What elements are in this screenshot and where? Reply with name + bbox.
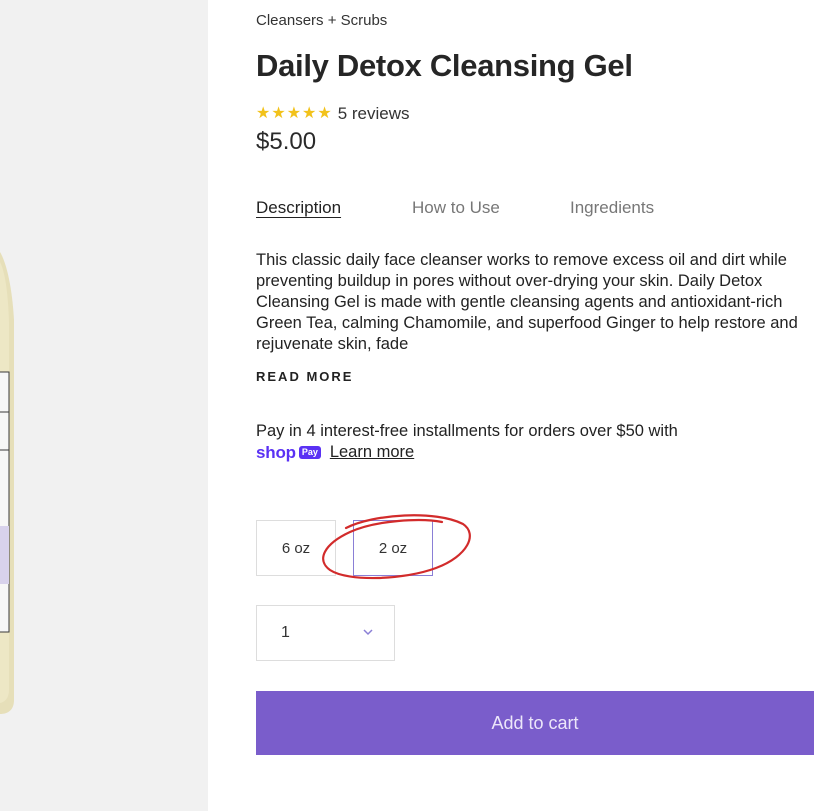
star-icon: ★ <box>302 105 317 122</box>
learn-more-link[interactable]: Learn more <box>330 442 414 463</box>
quantity-value: 1 <box>281 624 290 641</box>
product-price: $5.00 <box>256 128 317 155</box>
pay-badge: Pay <box>298 446 321 459</box>
breadcrumb[interactable]: Cleansers + Scrubs <box>256 12 387 29</box>
star-icon: ★ <box>256 105 271 122</box>
product-image <box>0 0 208 811</box>
review-count-link[interactable]: 5 reviews <box>338 104 410 124</box>
star-icon: ★ <box>286 105 302 122</box>
rating[interactable]: ★ ★ ★ ★ ★ 5 reviews <box>256 103 410 125</box>
installments-text: Pay in 4 interest-free installments for … <box>256 422 678 440</box>
add-to-cart-button[interactable]: Add to cart <box>256 691 814 755</box>
product-description: This classic daily face cleanser works t… <box>256 251 798 353</box>
product-title: Daily Detox Cleansing Gel <box>256 48 633 83</box>
shop-pay-logo: shop <box>256 443 296 462</box>
red-circle-annotation <box>322 514 471 580</box>
product-tabs: Description How to Use Ingredients <box>256 198 776 222</box>
quantity-select[interactable]: 1 <box>256 605 395 661</box>
shop-pay-row: shop Pay Learn more <box>256 442 801 463</box>
star-rating: ★ ★ ★ ★ ★ <box>256 106 332 122</box>
star-icon: ★ <box>317 105 332 122</box>
tab-description[interactable]: Description <box>256 198 341 218</box>
chevron-down-icon <box>363 629 373 636</box>
tab-ingredients[interactable]: Ingredients <box>570 198 654 218</box>
shop-pay-installments: Pay in 4 interest-free installments for … <box>256 421 801 463</box>
product-info: Cleansers + Scrubs Daily Detox Cleansing… <box>256 0 816 811</box>
tab-how-to-use[interactable]: How to Use <box>412 198 500 218</box>
star-icon: ★ <box>271 105 286 122</box>
read-more-button[interactable]: READ MORE <box>256 369 353 384</box>
